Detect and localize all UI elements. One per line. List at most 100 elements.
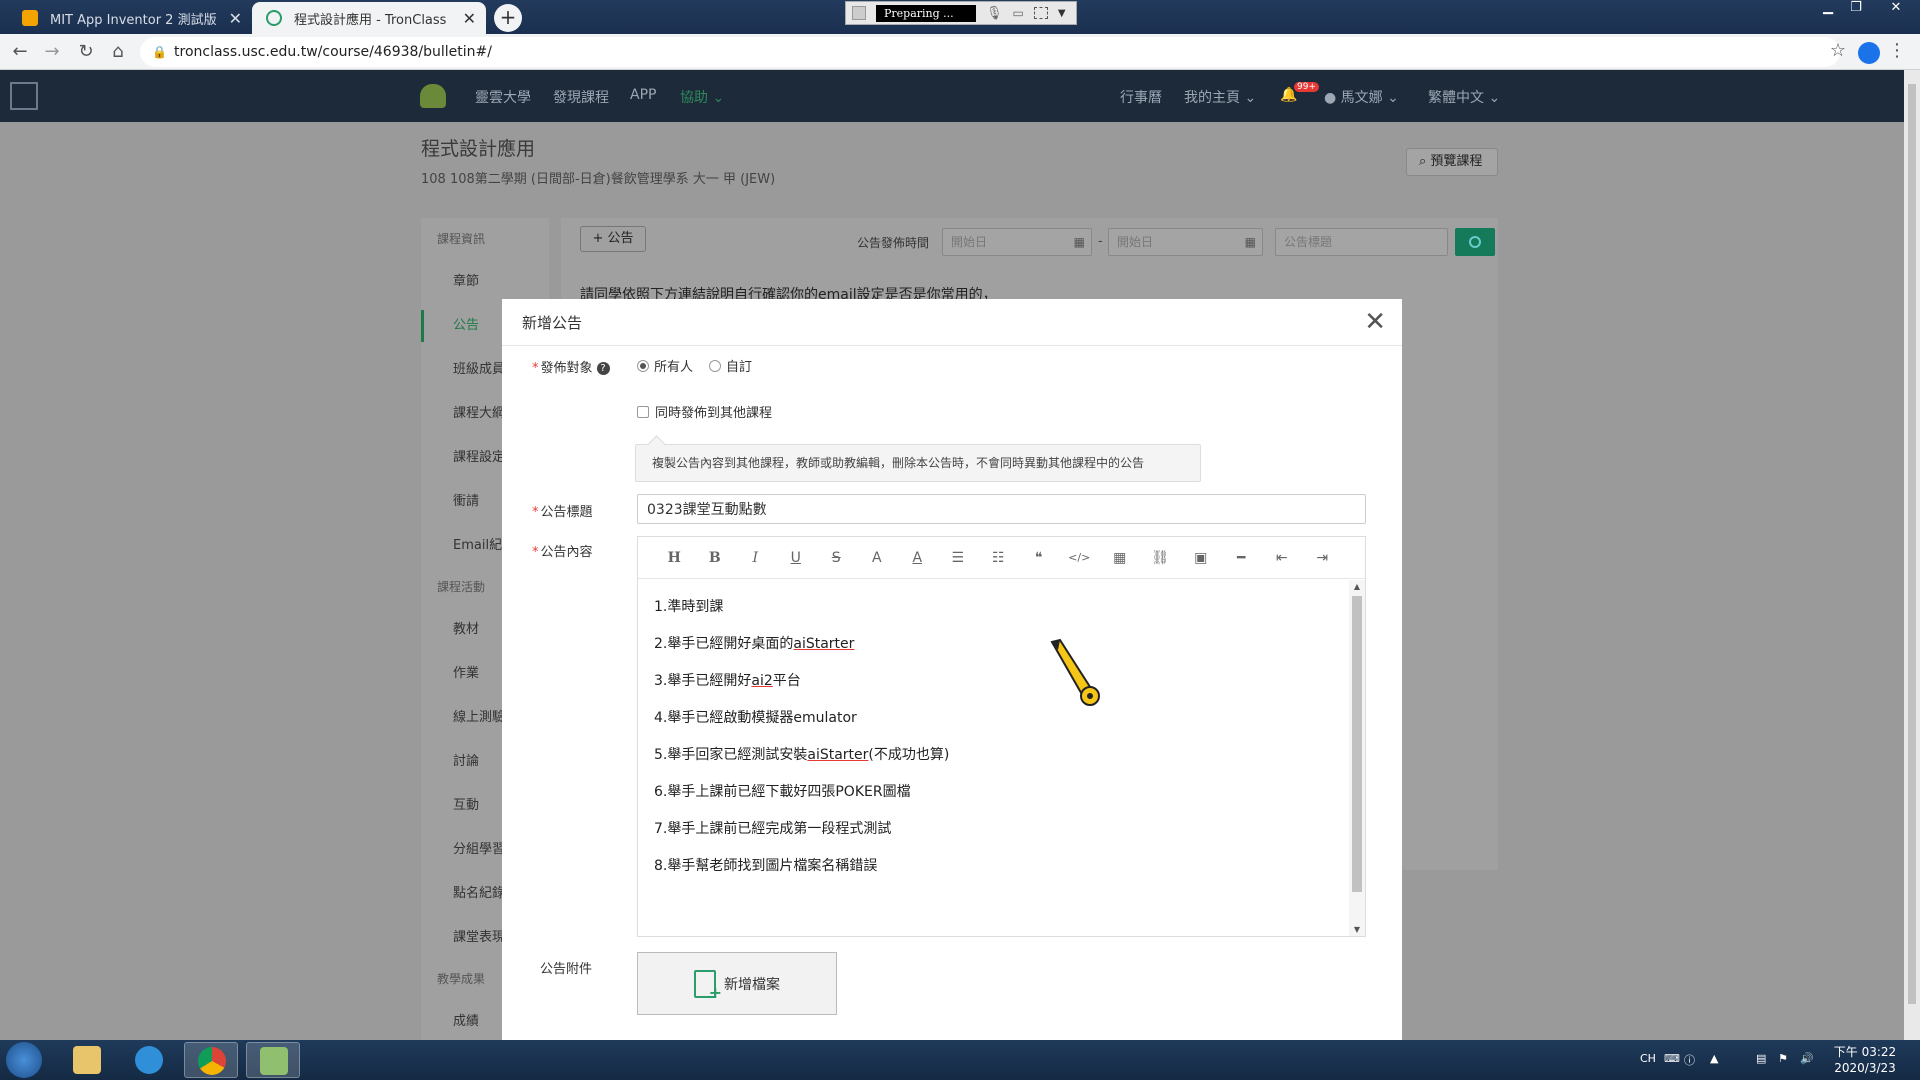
sidebar-item-interaction[interactable]: 互動 [453, 794, 479, 813]
editor-content[interactable]: 1.準時到課 2.舉手已經開好桌面的aiStarter 3.舉手已經開好ai2平… [638, 580, 1348, 936]
target-all-radio[interactable]: 所有人 [637, 356, 693, 375]
sidebar-item-materials[interactable]: 教材 [453, 618, 479, 637]
also-publish-checkbox[interactable]: 同時發佈到其他課程 [637, 402, 772, 421]
nav-link-university[interactable]: 靈雲大學 [475, 87, 531, 107]
nav-link-help[interactable]: 協助 ⌄ [680, 87, 724, 107]
target-custom-radio[interactable]: 自訂 [709, 356, 752, 375]
back-arrow-icon[interactable]: ← [8, 40, 32, 64]
screen-recorder-taskbar[interactable] [246, 1042, 300, 1078]
code-icon[interactable]: </> [1059, 551, 1100, 564]
close-window-icon[interactable]: ✕ [1878, 0, 1914, 18]
new-tab-button[interactable]: + [494, 4, 522, 32]
camera-icon[interactable]: ▭ [1013, 6, 1024, 20]
editor-scrollbar[interactable]: ▲ ▼ [1349, 580, 1365, 936]
volume-icon[interactable]: 🔊 [1800, 1052, 1814, 1065]
help-icon[interactable]: ⓘ [1684, 1052, 1695, 1068]
browser-tab-app-inventor[interactable]: MIT App Inventor 2 測試版 ✕ [8, 2, 252, 34]
close-icon[interactable]: ✕ [1364, 307, 1386, 337]
sidebar-item-grades[interactable]: 成績 [453, 1010, 479, 1029]
course-subtitle: 108 108第二學期 (日間部-日倉)餐飲管理學系 大一 甲 (JEW) [421, 172, 776, 187]
sidebar-item-online-exam[interactable]: 線上測驗 [453, 706, 505, 725]
browser-tab-tronclass[interactable]: 程式設計應用 - TronClass ✕ [252, 2, 486, 34]
sidebar-item-settings[interactable]: 課程設定 [453, 446, 505, 465]
page-scrollbar[interactable] [1904, 70, 1920, 1040]
sidebar-item-bulletin[interactable]: 公告 [453, 314, 479, 333]
language-menu[interactable]: 繁體中文 ⌄ [1428, 87, 1500, 107]
link-icon[interactable]: ⛓ [1140, 550, 1181, 566]
reload-icon[interactable]: ↻ [74, 40, 98, 64]
restore-window-icon[interactable]: ❐ [1842, 0, 1870, 18]
table-icon[interactable]: ▦ [1100, 550, 1141, 566]
sidebar-item-roll-call[interactable]: 點名紀錄 [453, 882, 505, 901]
chrome-taskbar[interactable] [184, 1042, 238, 1078]
nav-link-my-home[interactable]: 我的主頁 ⌄ [1184, 87, 1256, 107]
keyword-search-input[interactable]: 公告標題 [1275, 228, 1448, 256]
image-icon[interactable]: ▣ [1181, 550, 1222, 566]
search-button[interactable] [1455, 228, 1495, 256]
ordered-list-icon[interactable]: ☰ [938, 550, 979, 566]
address-bar[interactable]: 🔒 tronclass.usc.edu.tw/course/46938/bull… [140, 37, 1840, 67]
close-tab-icon[interactable]: ✕ [229, 9, 242, 28]
preview-course-button[interactable]: ⌕ 預覽課程 [1406, 148, 1498, 176]
close-tab-icon[interactable]: ✕ [463, 9, 476, 28]
bold-icon[interactable]: B [695, 550, 736, 566]
minimize-window-icon[interactable]: ▁ [1814, 0, 1842, 18]
show-hidden-icons-icon[interactable]: ▲ [1710, 1052, 1718, 1065]
tab-title: 程式設計應用 - TronClass [294, 12, 447, 28]
start-button-icon[interactable] [6, 1042, 42, 1078]
new-bulletin-dialog: 新增公告 ✕ * 發佈對象? 所有人 自訂 同時發佈到其他課程 複製公告內容到其他… [502, 299, 1402, 1041]
sidebar-item-chapters[interactable]: 章節 [453, 270, 479, 289]
bulletin-title-input[interactable] [637, 494, 1366, 524]
scrollbar-thumb[interactable] [1908, 84, 1916, 1004]
italic-icon[interactable]: I [735, 550, 776, 566]
tronclass-favicon-icon [266, 10, 282, 26]
recorder-stop-icon[interactable] [852, 6, 866, 20]
keyboard-icon[interactable]: ⌨ [1664, 1052, 1680, 1065]
radio-unchecked-icon [709, 359, 721, 372]
browser-menu-icon[interactable]: ⋮ [1888, 40, 1906, 61]
heading-icon[interactable]: H [654, 550, 695, 566]
file-explorer-taskbar[interactable] [60, 1042, 114, 1078]
university-logo[interactable] [420, 84, 446, 108]
network-icon[interactable]: ▤ [1756, 1052, 1766, 1065]
date-end-input[interactable]: 開始日 ▦ [1108, 228, 1263, 256]
underline-icon[interactable]: U [776, 550, 817, 566]
add-bulletin-button[interactable]: + 公告 [580, 226, 646, 252]
internet-explorer-taskbar[interactable] [122, 1042, 176, 1078]
nav-link-calendar[interactable]: 行事曆 [1120, 87, 1162, 107]
action-center-flag-icon[interactable]: ⚑ [1778, 1052, 1788, 1065]
user-menu[interactable]: ● 馬文娜 ⌄ [1324, 87, 1399, 107]
indent-icon[interactable]: ⇥ [1302, 550, 1343, 566]
system-clock[interactable]: 下午 03:22 2020/3/23 [1820, 1044, 1910, 1076]
font-color-icon[interactable]: A [857, 550, 898, 566]
sidebar-item-syllabus[interactable]: 課程大綱 [453, 402, 505, 421]
sidebar-item-homework[interactable]: 作業 [453, 662, 479, 681]
input-language[interactable]: CH [1640, 1052, 1656, 1065]
highlight-color-icon[interactable]: A [897, 550, 938, 566]
sidebar-item-group-learning[interactable]: 分組學習 [453, 838, 505, 857]
sidebar-item-members[interactable]: 班級成員 [453, 358, 505, 377]
forward-arrow-icon[interactable]: → [40, 40, 64, 64]
bullet-list-icon[interactable]: ☷ [978, 550, 1019, 566]
horizontal-rule-icon[interactable]: ━ [1221, 550, 1262, 566]
home-icon[interactable]: ⌂ [106, 40, 130, 64]
blockquote-icon[interactable]: ❝ [1019, 550, 1060, 566]
nav-link-discover[interactable]: 發現課程 [553, 87, 609, 107]
bookmark-star-icon[interactable]: ☆ [1830, 40, 1846, 61]
microphone-icon[interactable]: 🎙 [986, 6, 1003, 21]
add-file-button[interactable]: 新增檔案 [637, 952, 837, 1015]
chrome-icon [198, 1047, 226, 1075]
date-start-input[interactable]: 開始日 ▦ [942, 228, 1092, 256]
sidebar-item-requests[interactable]: 衝請 [453, 490, 479, 509]
strikethrough-icon[interactable]: S [816, 550, 857, 566]
profile-avatar-icon[interactable] [1858, 42, 1880, 64]
chevron-down-icon[interactable]: ▼ [1058, 8, 1066, 19]
region-select-icon[interactable] [1033, 7, 1048, 19]
apps-grid-icon[interactable] [10, 82, 38, 110]
help-icon[interactable]: ? [596, 362, 610, 375]
sidebar-item-discussion[interactable]: 討論 [453, 750, 479, 769]
attachment-label: 公告附件 [540, 962, 593, 977]
outdent-icon[interactable]: ⇤ [1262, 550, 1303, 566]
nav-link-app[interactable]: APP [630, 87, 656, 103]
sidebar-item-performance[interactable]: 課堂表現 [453, 926, 505, 945]
